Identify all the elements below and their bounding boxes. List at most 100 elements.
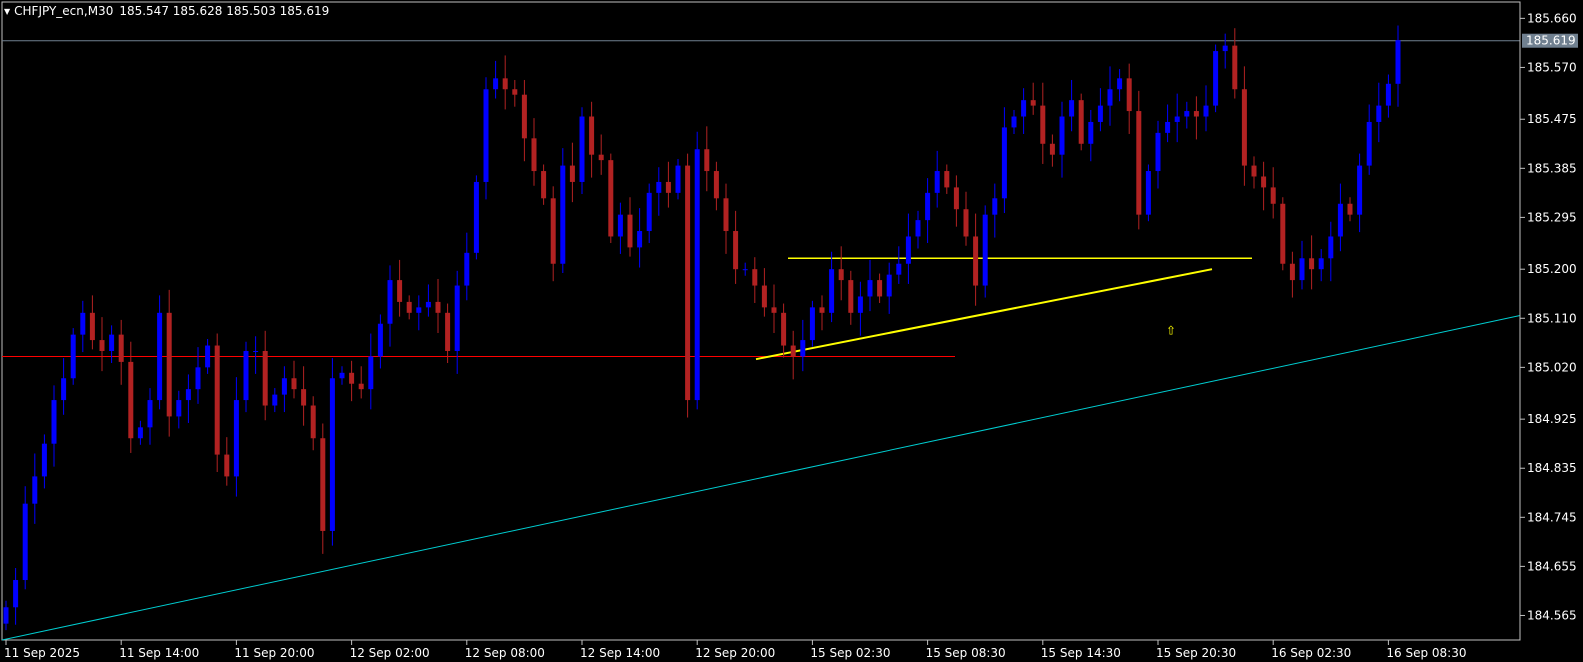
- candle-bear: [166, 312, 172, 417]
- candle-bear: [445, 312, 451, 351]
- candle-bear: [848, 280, 854, 313]
- price-chart[interactable]: ⇧ 185.660185.570185.475185.385185.295185…: [0, 0, 1583, 662]
- candle-bear: [819, 307, 825, 313]
- candle-bear: [1040, 105, 1046, 144]
- candle-bull: [1395, 40, 1401, 84]
- candle-bull: [1366, 121, 1372, 166]
- price-tick-label: 184.655: [1527, 559, 1577, 573]
- candle-bull: [857, 296, 863, 313]
- candle-bear: [598, 154, 604, 161]
- candle-bull: [1069, 100, 1075, 117]
- candle-bull: [185, 389, 191, 401]
- candle-bull: [157, 312, 163, 401]
- time-tick-label: 12 Sep 14:00: [580, 646, 660, 660]
- candle-bear: [550, 198, 556, 264]
- time-tick-label: 12 Sep 08:00: [465, 646, 545, 660]
- candle-bull: [886, 274, 892, 297]
- candle-bear: [608, 160, 614, 237]
- candle-bull: [425, 301, 431, 308]
- candle-bull: [637, 231, 643, 248]
- candle-bear: [771, 307, 777, 313]
- candle-bear: [214, 345, 220, 455]
- candle-bear: [1261, 176, 1267, 188]
- candle-bull: [454, 285, 460, 351]
- candle-bull: [281, 378, 287, 395]
- candle-bull: [473, 181, 479, 253]
- candle-bear: [1347, 203, 1353, 215]
- candle-bull: [195, 367, 201, 390]
- time-tick-label: 11 Sep 2025: [4, 646, 80, 660]
- price-tick-label: 185.660: [1527, 11, 1577, 25]
- candle-bear: [627, 214, 633, 248]
- price-tick-label: 185.020: [1527, 360, 1577, 374]
- candle-bear: [1289, 263, 1295, 281]
- candle-bull: [483, 89, 489, 182]
- candle-bull: [1337, 203, 1343, 237]
- candle-bull: [1299, 258, 1305, 281]
- candle-bull: [934, 171, 940, 193]
- price-tick-label: 185.385: [1527, 161, 1577, 175]
- candle-bear: [406, 301, 412, 313]
- candle-bear: [761, 285, 767, 308]
- candle-bull: [61, 378, 67, 401]
- candle-bull: [1184, 111, 1190, 117]
- candle-bear: [99, 340, 105, 351]
- candle-bull: [109, 334, 115, 351]
- candle-bear: [89, 312, 95, 341]
- candle-bear: [1078, 100, 1084, 144]
- time-tick-label: 15 Sep 02:30: [810, 646, 890, 660]
- candle-bull: [41, 443, 47, 477]
- symbol-label: CHFJPY_ecn,M30: [14, 4, 114, 18]
- candle-bull: [905, 236, 911, 264]
- candle-bull: [1213, 51, 1219, 106]
- candle-bull: [1318, 258, 1324, 270]
- candle-bull: [829, 269, 835, 313]
- candle-bull: [464, 252, 470, 286]
- candle-bear: [502, 78, 508, 90]
- candle-bear: [781, 312, 787, 346]
- candle-bear: [713, 171, 719, 199]
- candle-bull: [809, 307, 815, 341]
- candle-bull: [253, 350, 259, 352]
- plot-frame: [1, 1, 1521, 641]
- collapse-triangle-icon[interactable]: ▼: [4, 7, 10, 16]
- candle-bull: [1376, 105, 1382, 122]
- candle-bull: [1385, 83, 1391, 106]
- candle-bull: [70, 334, 76, 379]
- candle-bull: [1059, 116, 1065, 155]
- candle-bear: [1309, 258, 1315, 270]
- candle-bull: [32, 476, 38, 504]
- candle-bull: [377, 323, 383, 357]
- candle-bear: [665, 181, 671, 193]
- long-trendline: [1, 315, 1521, 641]
- candle-bear: [224, 454, 230, 477]
- candle-bear: [435, 301, 441, 313]
- candle-bull: [925, 192, 931, 221]
- candle-bull: [656, 181, 662, 193]
- candle-bull: [560, 165, 566, 264]
- time-tick-label: 15 Sep 14:30: [1041, 646, 1121, 660]
- time-tick-label: 12 Sep 20:00: [695, 646, 775, 660]
- candle-bear: [877, 280, 883, 297]
- candle-bull: [694, 149, 700, 401]
- candle-bear: [541, 171, 547, 199]
- candle-bull: [13, 580, 19, 608]
- candle-bull: [915, 220, 921, 237]
- candle-bear: [723, 198, 729, 232]
- candle-bear: [1270, 187, 1276, 204]
- candle-bear: [704, 149, 710, 172]
- candle-bear: [291, 378, 297, 390]
- candle-bull: [1174, 116, 1180, 122]
- candle-bull: [579, 116, 585, 182]
- price-tick-label: 185.475: [1527, 112, 1577, 126]
- candle-bear: [685, 165, 691, 401]
- candle-bear: [1251, 165, 1257, 177]
- candle-bear: [953, 187, 959, 210]
- price-axis: 185.660 185.570 185.475 185.385 185.295 185.2…: [1519, 2, 1578, 640]
- price-tick-label: 185.570: [1527, 60, 1577, 74]
- time-tick-label: 16 Sep 08:30: [1386, 646, 1466, 660]
- symbol-header: ▼ CHFJPY_ecn,M30 185.547 185.628 185.503 1…: [4, 4, 329, 18]
- candle-bull: [1145, 171, 1151, 215]
- candle-bull: [742, 269, 748, 271]
- price-tick-label: 185.110: [1527, 311, 1577, 325]
